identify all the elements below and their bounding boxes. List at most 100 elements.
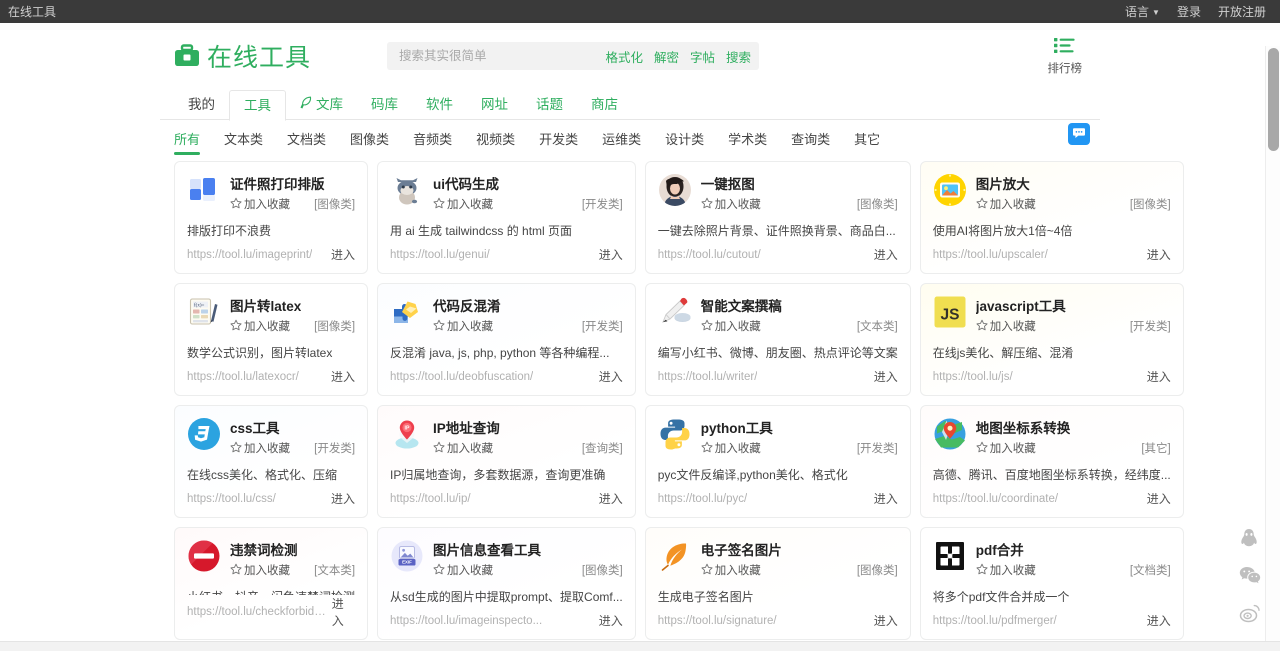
tool-url[interactable]: https://tool.lu/pyc/ bbox=[658, 493, 748, 505]
enter-tool-button[interactable]: 进入 bbox=[874, 490, 898, 507]
search-button[interactable]: 搜索 bbox=[715, 47, 751, 66]
enter-tool-button[interactable]: 进入 bbox=[874, 612, 898, 629]
tool-card[interactable]: JS javascript工具 加入收藏 [开发类] 在线js美化、解压缩、混淆 http… bbox=[919, 283, 1184, 396]
wechat-icon[interactable] bbox=[1239, 566, 1261, 588]
category-filter-0[interactable]: 所有 bbox=[174, 129, 212, 155]
qq-penguin-icon[interactable] bbox=[1239, 528, 1261, 550]
category-filter-3[interactable]: 图像类 bbox=[338, 129, 401, 155]
search-input[interactable] bbox=[399, 49, 606, 63]
tool-card[interactable]: 地图坐标系转换 加入收藏 [其它] 高德、腾讯、百度地图坐标系转换，经纬度... htt… bbox=[919, 405, 1184, 518]
add-to-favorites-button[interactable]: 加入收藏 bbox=[230, 562, 290, 578]
language-menu[interactable]: 语言 ▼ bbox=[1125, 3, 1160, 20]
add-to-favorites-button[interactable]: 加入收藏 bbox=[433, 318, 493, 334]
category-filter-11[interactable]: 其它 bbox=[842, 129, 892, 155]
tool-url[interactable]: https://tool.lu/imageprint/ bbox=[187, 249, 312, 261]
add-to-favorites-button[interactable]: 加入收藏 bbox=[701, 196, 761, 212]
add-to-favorites-button[interactable]: 加入收藏 bbox=[230, 440, 290, 456]
add-to-favorites-button[interactable]: 加入收藏 bbox=[230, 196, 290, 212]
category-filter-8[interactable]: 设计类 bbox=[653, 129, 716, 155]
tool-url[interactable]: https://tool.lu/js/ bbox=[933, 371, 1013, 383]
category-filter-5[interactable]: 视频类 bbox=[464, 129, 527, 155]
category-filter-9[interactable]: 学术类 bbox=[716, 129, 779, 155]
enter-tool-button[interactable]: 进入 bbox=[1147, 490, 1171, 507]
register-link[interactable]: 开放注册 bbox=[1218, 3, 1266, 20]
add-to-favorites-button[interactable]: 加入收藏 bbox=[976, 562, 1036, 578]
add-to-favorites-button[interactable]: 加入收藏 bbox=[433, 562, 493, 578]
tool-card[interactable]: 证件照打印排版 加入收藏 [图像类] 排版打印不浪费 https://tool.lu/i… bbox=[174, 161, 369, 274]
tool-card[interactable]: python工具 加入收藏 [开发类] pyc文件反编译,python美化、格式化 ht… bbox=[644, 405, 911, 518]
weibo-icon[interactable] bbox=[1239, 604, 1261, 626]
tool-card[interactable]: 电子签名图片 加入收藏 [图像类] 生成电子签名图片 https://tool.lu/s… bbox=[644, 527, 911, 640]
category-filter-4[interactable]: 音频类 bbox=[401, 129, 464, 155]
tool-url[interactable]: https://tool.lu/latexocr/ bbox=[187, 371, 299, 383]
enter-tool-button[interactable]: 进入 bbox=[874, 246, 898, 263]
tool-card[interactable]: f(x)= 图片转latex 加入收藏 [图像类] 数学公式识别，图片转latex htt… bbox=[174, 283, 369, 396]
enter-tool-button[interactable]: 进入 bbox=[331, 368, 355, 385]
add-to-favorites-button[interactable]: 加入收藏 bbox=[433, 440, 493, 456]
category-filter-10[interactable]: 查询类 bbox=[779, 129, 842, 155]
horizontal-scrollbar[interactable] bbox=[0, 641, 1280, 651]
ranking-button[interactable]: 排行榜 bbox=[1048, 37, 1082, 76]
category-filter-6[interactable]: 开发类 bbox=[527, 129, 590, 155]
nav-item-library[interactable]: 文库 bbox=[286, 90, 357, 120]
add-to-favorites-button[interactable]: 加入收藏 bbox=[976, 196, 1036, 212]
search-tag-1[interactable]: 解密 bbox=[654, 47, 679, 66]
tool-url[interactable]: https://tool.lu/pdfmerger/ bbox=[933, 615, 1057, 627]
tool-card[interactable]: 智能文案撰稿 加入收藏 [文本类] 编写小红书、微博、朋友圈、热点评论等文案 https… bbox=[644, 283, 911, 396]
tool-url[interactable]: https://tool.lu/coordinate/ bbox=[933, 493, 1058, 505]
nav-item-tools[interactable]: 工具 bbox=[229, 90, 286, 121]
tool-card[interactable]: 图片放大 加入收藏 [图像类] 使用AI将图片放大1倍~4倍 https://tool.… bbox=[919, 161, 1184, 274]
tool-url[interactable]: https://tool.lu/imageinspecto... bbox=[390, 615, 542, 627]
vertical-scrollbar[interactable]: ▼ bbox=[1265, 46, 1280, 651]
tool-card[interactable]: 违禁词检测加入收藏[文本类]小红书、抖音、闲鱼违禁词检测https://tool… bbox=[174, 527, 369, 640]
enter-tool-button[interactable]: 进入 bbox=[599, 246, 623, 263]
tool-url[interactable]: https://tool.lu/upscaler/ bbox=[933, 249, 1048, 261]
add-to-favorites-button[interactable]: 加入收藏 bbox=[230, 318, 290, 334]
tool-url[interactable]: https://tool.lu/cutout/ bbox=[658, 249, 761, 261]
tool-url[interactable]: https://tool.lu/writer/ bbox=[658, 371, 758, 383]
tool-url[interactable]: https://tool.lu/checkforbidden/ bbox=[187, 606, 332, 618]
tool-url[interactable]: https://tool.lu/css/ bbox=[187, 493, 276, 505]
nav-item-store[interactable]: 商店 bbox=[577, 90, 632, 120]
tool-card[interactable]: 一键抠图 加入收藏 [图像类] 一键去除照片背景、证件照换背景、商品白... https… bbox=[644, 161, 911, 274]
enter-tool-button[interactable]: 进入 bbox=[1147, 612, 1171, 629]
tool-url[interactable]: https://tool.lu/genui/ bbox=[390, 249, 490, 261]
enter-tool-button[interactable]: 进入 bbox=[1147, 246, 1171, 263]
nav-item-websites[interactable]: 网址 bbox=[467, 90, 522, 120]
enter-tool-button[interactable]: 进入 bbox=[599, 490, 623, 507]
enter-tool-button[interactable]: 进入 bbox=[874, 368, 898, 385]
site-logo[interactable]: 在线工具 bbox=[174, 38, 311, 74]
add-to-favorites-button[interactable]: 加入收藏 bbox=[976, 440, 1036, 456]
enter-tool-button[interactable]: 进入 bbox=[331, 490, 355, 507]
tool-card[interactable]: 代码反混淆 加入收藏 [开发类] 反混淆 java, js, php, python … bbox=[377, 283, 636, 396]
nav-item-mine[interactable]: 我的 bbox=[174, 90, 229, 120]
add-to-favorites-button[interactable]: 加入收藏 bbox=[701, 562, 761, 578]
add-to-favorites-button[interactable]: 加入收藏 bbox=[701, 440, 761, 456]
search-tag-2[interactable]: 字帖 bbox=[690, 47, 715, 66]
enter-tool-button[interactable]: 进入 bbox=[599, 368, 623, 385]
login-link[interactable]: 登录 bbox=[1177, 3, 1201, 20]
category-filter-2[interactable]: 文档类 bbox=[275, 129, 338, 155]
vertical-scrollbar-thumb[interactable] bbox=[1268, 48, 1279, 151]
tool-card[interactable]: IP IP地址查询 加入收藏 [查询类] IP归属地查询，多套数据源，查询更准确 http… bbox=[377, 405, 636, 518]
search-tag-0[interactable]: 格式化 bbox=[605, 47, 643, 66]
enter-tool-button[interactable]: 进入 bbox=[332, 595, 355, 629]
chat-bubble-button[interactable] bbox=[1068, 123, 1090, 145]
tool-card[interactable]: css工具 加入收藏 [开发类] 在线css美化、格式化、压缩 https://tool… bbox=[174, 405, 369, 518]
tool-url[interactable]: https://tool.lu/deobfuscation/ bbox=[390, 371, 533, 383]
add-to-favorites-button[interactable]: 加入收藏 bbox=[433, 196, 493, 212]
nav-item-topics[interactable]: 话题 bbox=[522, 90, 577, 120]
enter-tool-button[interactable]: 进入 bbox=[331, 246, 355, 263]
tool-card[interactable]: ui代码生成 加入收藏 [开发类] 用 ai 生成 tailwindcss 的 htm… bbox=[377, 161, 636, 274]
add-to-favorites-button[interactable]: 加入收藏 bbox=[976, 318, 1036, 334]
enter-tool-button[interactable]: 进入 bbox=[599, 612, 623, 629]
nav-item-software[interactable]: 软件 bbox=[412, 90, 467, 120]
category-filter-1[interactable]: 文本类 bbox=[212, 129, 275, 155]
category-filter-7[interactable]: 运维类 bbox=[590, 129, 653, 155]
add-to-favorites-button[interactable]: 加入收藏 bbox=[701, 318, 761, 334]
tool-card[interactable]: EXIF 图片信息查看工具 加入收藏 [图像类] 从sd生成的图片中提取prompt、提… bbox=[377, 527, 636, 640]
enter-tool-button[interactable]: 进入 bbox=[1147, 368, 1171, 385]
tool-card[interactable]: pdf合并 加入收藏 [文档类] 将多个pdf文件合并成一个 https://tool.… bbox=[919, 527, 1184, 640]
tool-url[interactable]: https://tool.lu/ip/ bbox=[390, 493, 471, 505]
search-box[interactable]: 格式化 解密 字帖 搜索 bbox=[387, 42, 760, 70]
